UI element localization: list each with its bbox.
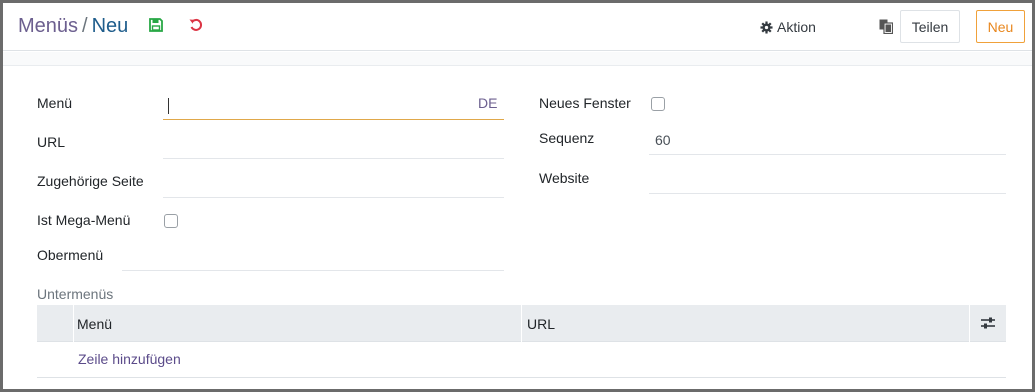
new-window-label: Neues Fenster [539,95,631,111]
gear-icon [760,20,773,34]
url-input[interactable] [164,133,502,153]
form-sheet-top [3,52,1032,66]
column-divider [969,305,970,342]
breadcrumb-parent-link[interactable]: Menüs [18,15,78,37]
sequence-label: Sequenz [539,130,595,146]
share-button[interactable]: Teilen [900,10,960,43]
website-underline [649,193,1006,194]
parent-menu-underline [122,270,504,271]
breadcrumb-current: Neu [91,15,129,37]
url-label: URL [37,134,66,150]
website-input[interactable] [651,168,1003,188]
column-header-menu[interactable]: Menü [77,305,112,342]
discard-icon[interactable] [189,18,203,32]
new-button[interactable]: Neu [976,10,1025,43]
parent-menu-label: Obermenü [37,247,104,263]
submenus-table-header: Menü URL [37,305,1006,342]
menu-label: Menü [37,95,73,111]
optional-columns-icon[interactable] [980,316,996,330]
column-divider [521,305,522,342]
breadcrumb: Menüs / Neu [18,13,128,39]
website-label: Website [539,170,590,186]
text-cursor [168,98,169,114]
page-label: Zugehörige Seite [37,173,144,189]
copy-icon[interactable] [879,19,893,34]
page-input[interactable] [164,172,502,192]
mega-menu-label: Ist Mega-Menü [37,212,131,228]
action-label: Aktion [777,19,816,35]
new-window-checkbox[interactable] [651,97,665,111]
submenus-title: Untermenüs [37,286,114,302]
menu-input-underline [163,119,504,120]
mega-menu-checkbox[interactable] [164,214,178,228]
menu-input[interactable] [164,94,464,114]
control-panel: Menüs / Neu Aktion Teilen Neu [3,3,1032,51]
save-icon[interactable] [149,18,163,32]
sequence-input[interactable]: 60 [655,132,671,148]
add-line-link[interactable]: Zeile hinzufügen [78,351,181,367]
table-bottom-border [37,377,1006,378]
url-input-underline [163,158,504,159]
column-header-url[interactable]: URL [527,305,555,342]
language-tag-button[interactable]: DE [478,95,497,111]
parent-menu-input[interactable] [124,246,502,266]
action-dropdown-button[interactable]: Aktion [760,17,816,37]
page-input-underline [163,197,504,198]
breadcrumb-separator: / [82,15,88,37]
column-divider [73,305,74,342]
sequence-underline [649,154,1006,155]
